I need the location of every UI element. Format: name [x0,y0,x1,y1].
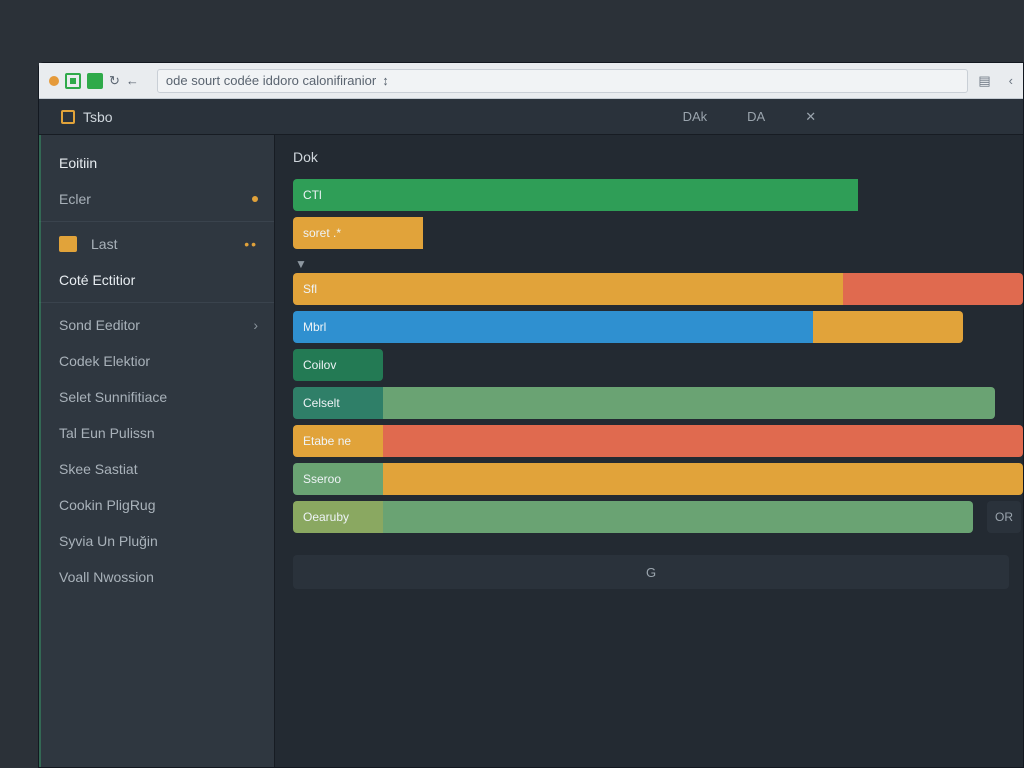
address-suffix-icon: ↕ [382,73,389,88]
bar-segment[interactable] [383,387,995,419]
file-icon [61,110,75,124]
sidebar-item-7[interactable]: Tal Eun Pulissn [39,415,274,451]
bar-row-6: Etabe ne [293,425,1023,457]
app-icon-2 [87,73,103,89]
bar-segment[interactable]: Mbrl [293,311,813,343]
bar-row-7: Sseroo [293,463,1023,495]
more-icon[interactable]: ‹ [1009,73,1013,88]
sidebar-item-label: Codek Elektior [59,353,258,369]
sidebar-item-label: Skee Sastiat [59,461,258,477]
sidebar-item-label: Syvia Un Pluğin [59,533,258,549]
dots-icon: •• [244,236,258,252]
address-bar[interactable]: ode sourt codée iddoro calonifiranior ↕ [157,69,968,93]
sidebar-item-11[interactable]: Voall Nwossion [39,559,274,595]
bar-row-4: Coilov [293,349,1023,381]
row-badge[interactable]: OR [987,501,1021,533]
address-text: ode sourt codée iddoro calonifiranior [166,73,376,88]
sidebar-item-label: Eoitiin [59,155,258,171]
bar-row-0: CTl [293,179,1023,211]
sidebar-item-2[interactable]: Last •• [39,226,274,262]
bar-segment[interactable] [843,273,1023,305]
bar-segment[interactable]: Sseroo [293,463,383,495]
tabstrip-action-1[interactable]: DAk [683,109,708,124]
sidebar-item-1[interactable]: Ecler [39,181,274,217]
sidebar-item-3[interactable]: Coté Ectitior [39,262,274,298]
bar-row-3: Mbrl [293,311,1023,343]
bar-segment[interactable] [383,501,973,533]
bar-label: Coilov [303,358,336,372]
sidebar-item-label: Tal Eun Pulissn [59,425,258,441]
bar-segment[interactable]: Coilov [293,349,383,381]
bar-label: CTl [303,188,322,202]
sidebar-item-5[interactable]: Codek Elektior [39,343,274,379]
tabstrip-action-3[interactable]: ✕ [805,109,816,125]
sidebar-item-label: Coté Ectitior [59,272,258,288]
panel-icon[interactable]: ▤ [978,73,990,89]
sidebar-item-label: Last [91,236,234,252]
bar-segment[interactable]: CTl [293,179,858,211]
back-icon[interactable]: ← [126,73,139,88]
sidebar-item-label: Voall Nwossion [59,569,258,585]
app-window: ↻ ← ode sourt codée iddoro calonifiranio… [38,62,1024,768]
sidebar: Eoitiin Ecler Last •• Coté Ectitior Sond Eedi… [39,135,275,767]
sidebar-item-4[interactable]: Sond Eeditor › [39,307,274,343]
bar-label: Mbrl [303,320,326,334]
sidebar-badge-icon [59,236,77,252]
titlebar: ↻ ← ode sourt codée iddoro calonifiranio… [39,63,1023,99]
bar-segment[interactable]: Sfl [293,273,843,305]
sidebar-item-label: Ecler [59,191,242,207]
chevron-right-icon: › [253,317,258,333]
bar-segment[interactable] [383,463,1023,495]
sidebar-item-6[interactable]: Selet Sunnifitiace [39,379,274,415]
sidebar-item-8[interactable]: Skee Sastiat [39,451,274,487]
tabstrip: Tsbo DAk DA ✕ [39,99,1023,135]
bar-segment[interactable]: soret .* [293,217,423,249]
bar-row-1: soret .* [293,217,1023,249]
sidebar-item-label: Sond Eeditor [59,317,243,333]
tabstrip-right: DAk DA ✕ [683,109,817,125]
tab-label: Tsbo [83,109,113,125]
traffic-dot[interactable] [49,76,59,86]
bar-label: Sfl [303,282,317,296]
bar-segment[interactable]: Etabe ne [293,425,383,457]
section-label: Dok [293,149,1023,165]
bar-label: Oearuby [303,510,349,524]
sidebar-item-9[interactable]: Cookin PligRug [39,487,274,523]
status-dot-icon [252,196,258,202]
status-bar[interactable]: G [293,555,1009,589]
bar-row-2: Sfl [293,273,1023,305]
status-label: G [646,565,656,580]
sidebar-item-10[interactable]: Syvia Un Pluğin [39,523,274,559]
main-panel: Dok CTl soret .* ▼ Sfl Mbrl Coilov Celselt Etab… [275,135,1023,767]
bar-label: Sseroo [303,472,341,486]
titlebar-right: ▤ ‹ [978,73,1013,89]
bar-label: Celselt [303,396,340,410]
app-icon [65,73,81,89]
bar-segment[interactable] [383,425,1023,457]
sidebar-item-0[interactable]: Eoitiin [39,145,274,181]
chevron-down-icon[interactable]: ▼ [295,257,1023,271]
tab-main[interactable]: Tsbo [51,101,123,133]
body: Eoitiin Ecler Last •• Coté Ectitior Sond Eedi… [39,135,1023,767]
bar-segment[interactable] [813,311,963,343]
bar-row-5: Celselt [293,387,1023,419]
sidebar-item-label: Selet Sunnifitiace [59,389,258,405]
window-controls: ↻ ← [49,73,139,89]
bar-segment[interactable]: Celselt [293,387,383,419]
sidebar-item-label: Cookin PligRug [59,497,258,513]
tabstrip-action-2[interactable]: DA [747,109,765,124]
bar-label: soret .* [303,226,341,240]
reload-icon[interactable]: ↻ [109,73,120,89]
bar-row-8: Oearuby OR [293,501,1023,533]
bar-segment[interactable]: Oearuby [293,501,383,533]
bar-label: Etabe ne [303,434,351,448]
